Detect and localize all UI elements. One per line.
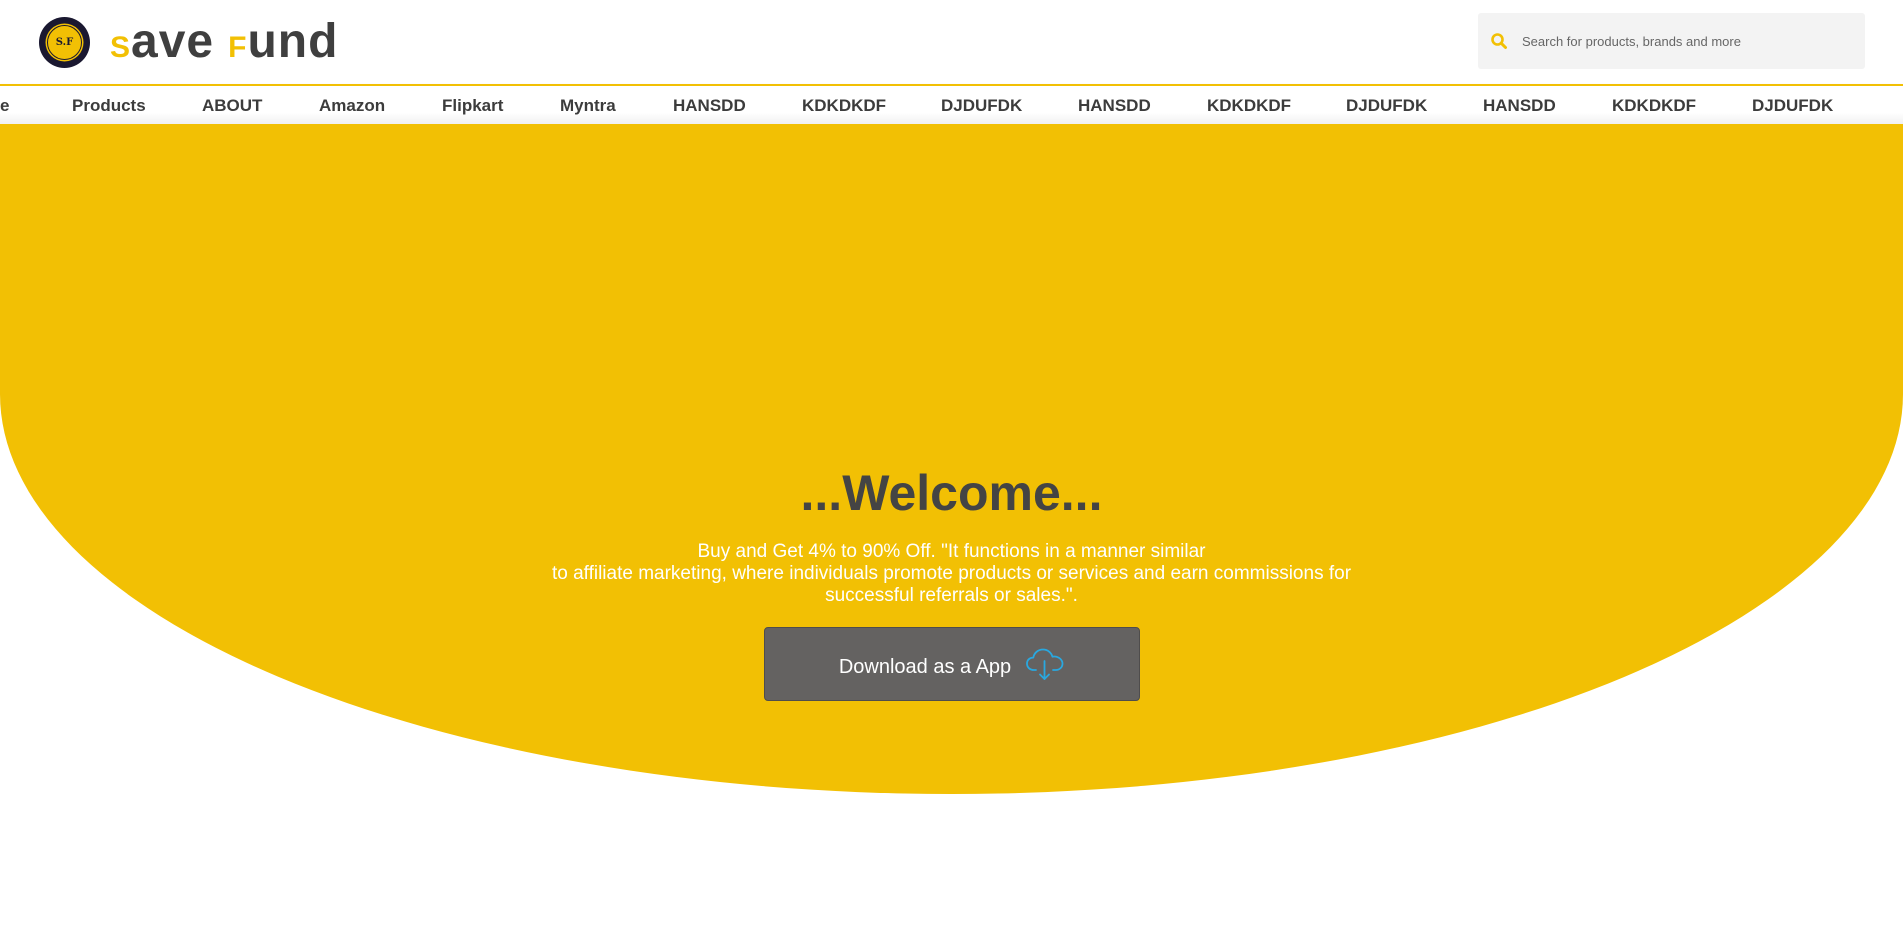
- hero-text-line: to affiliate marketing, where individual…: [551, 563, 1352, 584]
- nav-item-about[interactable]: ABOUT: [202, 96, 262, 116]
- nav-item-amazon[interactable]: Amazon: [319, 96, 385, 116]
- brand-word-2-rest: und: [247, 15, 339, 68]
- nav-item-hansdd[interactable]: HANSDD: [1078, 96, 1151, 116]
- nav-item-flipkart[interactable]: Flipkart: [442, 96, 503, 116]
- nav-item-kdkdkdf[interactable]: KDKDKDF: [1207, 96, 1291, 116]
- nav-item-djdufdk[interactable]: DJDUFDK: [1752, 96, 1833, 116]
- brand-accent-letter-1: S: [110, 31, 132, 64]
- hero-text-line: Buy and Get 4% to 90% Off. "It functions…: [697, 541, 1206, 562]
- search-icon[interactable]: [1490, 32, 1508, 50]
- brand-name[interactable]: Save Fund: [110, 14, 338, 76]
- hero-banner: ...Welcome... Buy and Get 4% to 90% Off.…: [0, 124, 1903, 794]
- search-input[interactable]: [1520, 32, 1844, 50]
- header: S.F Save Fund: [0, 0, 1903, 84]
- download-app-button[interactable]: Download as a App: [764, 627, 1140, 701]
- nav-item-djdufdk[interactable]: DJDUFDK: [941, 96, 1022, 116]
- nav-item-djdufdk[interactable]: DJDUFDK: [1346, 96, 1427, 116]
- nav-item-products[interactable]: Products: [72, 96, 146, 116]
- nav-item-hansdd[interactable]: HANSDD: [673, 96, 746, 116]
- nav-item-myntra[interactable]: Myntra: [560, 96, 616, 116]
- logo-badge: S.F: [47, 25, 82, 60]
- nav-item-hansdd[interactable]: HANSDD: [1483, 96, 1556, 116]
- nav-item-kdkdkdf[interactable]: KDKDKDF: [802, 96, 886, 116]
- nav-item-partial[interactable]: e: [0, 96, 9, 116]
- download-button-label: Download as a App: [838, 655, 1012, 678]
- hero-description: Buy and Get 4% to 90% Off. "It functions…: [500, 541, 1403, 607]
- hero-title: ...Welcome...: [800, 465, 1103, 521]
- brand-word-1-rest: ave: [131, 15, 215, 68]
- cloud-download-icon: [1025, 646, 1065, 682]
- top-nav: e Products ABOUT Amazon Flipkart Myntra …: [0, 84, 1903, 124]
- logo[interactable]: S.F: [39, 17, 90, 68]
- logo-text: S.F: [55, 37, 74, 48]
- nav-item-kdkdkdf[interactable]: KDKDKDF: [1612, 96, 1696, 116]
- search-box[interactable]: [1478, 13, 1865, 69]
- brand-accent-letter-2: F: [228, 31, 248, 64]
- hero-text-line: successful referrals or sales.".: [825, 585, 1078, 606]
